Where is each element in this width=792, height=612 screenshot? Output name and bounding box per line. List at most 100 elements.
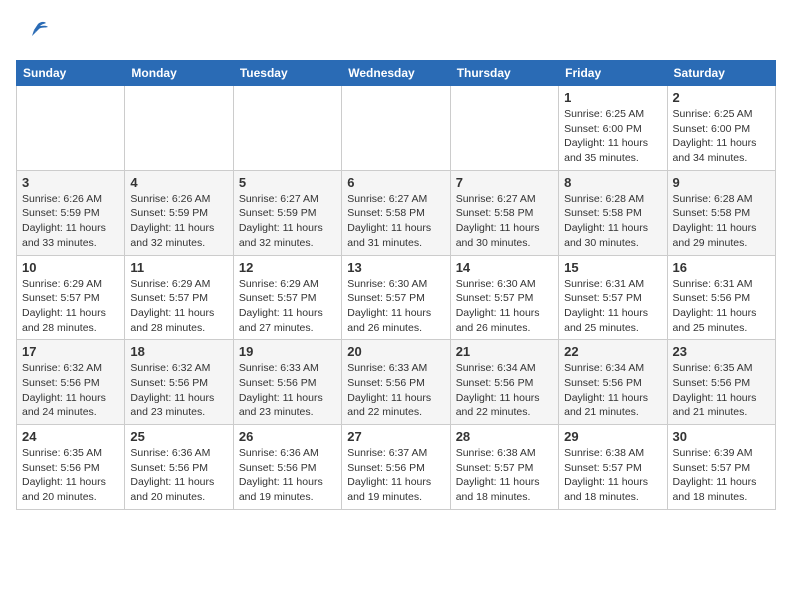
day-info: Sunrise: 6:28 AM Sunset: 5:58 PM Dayligh… <box>673 192 770 251</box>
calendar-day-header: Tuesday <box>233 61 341 86</box>
day-number: 20 <box>347 344 444 359</box>
calendar-day-cell: 2Sunrise: 6:25 AM Sunset: 6:00 PM Daylig… <box>667 86 775 171</box>
day-number: 26 <box>239 429 336 444</box>
day-info: Sunrise: 6:32 AM Sunset: 5:56 PM Dayligh… <box>130 361 227 420</box>
day-number: 13 <box>347 260 444 275</box>
calendar-day-header: Thursday <box>450 61 558 86</box>
day-number: 22 <box>564 344 661 359</box>
day-number: 18 <box>130 344 227 359</box>
day-number: 1 <box>564 90 661 105</box>
day-info: Sunrise: 6:39 AM Sunset: 5:57 PM Dayligh… <box>673 446 770 505</box>
logo-icon <box>16 16 52 52</box>
calendar-week-row: 1 Sunrise: 6:25 AM Sunset: 6:00 PM Daylig… <box>17 86 776 171</box>
calendar-day-cell: 11 Sunrise: 6:29 AM Sunset: 5:57 PM Dayli… <box>125 255 233 340</box>
day-info: Sunrise: 6:30 AM Sunset: 5:57 PM Dayligh… <box>456 277 553 336</box>
calendar-day-cell: 27Sunrise: 6:37 AM Sunset: 5:56 PM Dayli… <box>342 425 450 510</box>
day-number: 6 <box>347 175 444 190</box>
day-info: Sunrise: 6:27 AM Sunset: 5:59 PM Dayligh… <box>239 192 336 251</box>
calendar-day-header: Friday <box>559 61 667 86</box>
calendar-day-cell: 3 Sunrise: 6:26 AM Sunset: 5:59 PM Daylig… <box>17 170 125 255</box>
day-number: 5 <box>239 175 336 190</box>
calendar-day-cell: 19 Sunrise: 6:33 AM Sunset: 5:56 PM Dayli… <box>233 340 341 425</box>
day-info: Sunrise: 6:34 AM Sunset: 5:56 PM Dayligh… <box>456 361 553 420</box>
calendar-day-cell: 20 Sunrise: 6:33 AM Sunset: 5:56 PM Dayli… <box>342 340 450 425</box>
calendar-day-cell: 18 Sunrise: 6:32 AM Sunset: 5:56 PM Dayli… <box>125 340 233 425</box>
day-info: Sunrise: 6:25 AM Sunset: 6:00 PM Dayligh… <box>564 107 661 166</box>
day-info: Sunrise: 6:27 AM Sunset: 5:58 PM Dayligh… <box>347 192 444 251</box>
day-number: 12 <box>239 260 336 275</box>
calendar-day-cell: 26 Sunrise: 6:36 AM Sunset: 5:56 PM Dayli… <box>233 425 341 510</box>
calendar-day-cell <box>233 86 341 171</box>
day-number: 17 <box>22 344 119 359</box>
day-number: 4 <box>130 175 227 190</box>
day-info: Sunrise: 6:29 AM Sunset: 5:57 PM Dayligh… <box>22 277 119 336</box>
calendar-day-cell <box>125 86 233 171</box>
day-info: Sunrise: 6:29 AM Sunset: 5:57 PM Dayligh… <box>239 277 336 336</box>
day-number: 15 <box>564 260 661 275</box>
calendar-day-header: Sunday <box>17 61 125 86</box>
calendar-day-cell: 28 Sunrise: 6:38 AM Sunset: 5:57 PM Dayli… <box>450 425 558 510</box>
calendar-table: SundayMondayTuesdayWednesdayThursdayFrid… <box>16 60 776 510</box>
calendar-day-cell: 4 Sunrise: 6:26 AM Sunset: 5:59 PM Daylig… <box>125 170 233 255</box>
calendar-day-cell: 24 Sunrise: 6:35 AM Sunset: 5:56 PM Dayli… <box>17 425 125 510</box>
calendar-day-cell: 14 Sunrise: 6:30 AM Sunset: 5:57 PM Dayli… <box>450 255 558 340</box>
day-info: Sunrise: 6:37 AM Sunset: 5:56 PM Dayligh… <box>347 446 444 505</box>
calendar-day-cell: 25Sunrise: 6:36 AM Sunset: 5:56 PM Dayli… <box>125 425 233 510</box>
day-info: Sunrise: 6:35 AM Sunset: 5:56 PM Dayligh… <box>22 446 119 505</box>
calendar-day-header: Wednesday <box>342 61 450 86</box>
day-info: Sunrise: 6:38 AM Sunset: 5:57 PM Dayligh… <box>564 446 661 505</box>
day-number: 30 <box>673 429 770 444</box>
day-info: Sunrise: 6:30 AM Sunset: 5:57 PM Dayligh… <box>347 277 444 336</box>
day-info: Sunrise: 6:38 AM Sunset: 5:57 PM Dayligh… <box>456 446 553 505</box>
day-info: Sunrise: 6:25 AM Sunset: 6:00 PM Dayligh… <box>673 107 770 166</box>
calendar-day-cell: 12 Sunrise: 6:29 AM Sunset: 5:57 PM Dayli… <box>233 255 341 340</box>
day-info: Sunrise: 6:33 AM Sunset: 5:56 PM Dayligh… <box>239 361 336 420</box>
calendar-day-cell: 30 Sunrise: 6:39 AM Sunset: 5:57 PM Dayli… <box>667 425 775 510</box>
calendar-day-cell: 6 Sunrise: 6:27 AM Sunset: 5:58 PM Daylig… <box>342 170 450 255</box>
calendar-day-header: Saturday <box>667 61 775 86</box>
day-info: Sunrise: 6:29 AM Sunset: 5:57 PM Dayligh… <box>130 277 227 336</box>
day-info: Sunrise: 6:35 AM Sunset: 5:56 PM Dayligh… <box>673 361 770 420</box>
calendar-day-cell: 17 Sunrise: 6:32 AM Sunset: 5:56 PM Dayli… <box>17 340 125 425</box>
calendar-day-cell: 8 Sunrise: 6:28 AM Sunset: 5:58 PM Daylig… <box>559 170 667 255</box>
calendar-week-row: 10 Sunrise: 6:29 AM Sunset: 5:57 PM Dayli… <box>17 255 776 340</box>
day-number: 7 <box>456 175 553 190</box>
calendar-day-cell: 5 Sunrise: 6:27 AM Sunset: 5:59 PM Daylig… <box>233 170 341 255</box>
calendar-day-cell: 21 Sunrise: 6:34 AM Sunset: 5:56 PM Dayli… <box>450 340 558 425</box>
day-info: Sunrise: 6:33 AM Sunset: 5:56 PM Dayligh… <box>347 361 444 420</box>
day-number: 8 <box>564 175 661 190</box>
day-info: Sunrise: 6:31 AM Sunset: 5:56 PM Dayligh… <box>673 277 770 336</box>
page-header <box>16 16 776 52</box>
day-number: 9 <box>673 175 770 190</box>
calendar-day-cell <box>17 86 125 171</box>
day-number: 3 <box>22 175 119 190</box>
day-number: 29 <box>564 429 661 444</box>
calendar-day-cell <box>342 86 450 171</box>
calendar-week-row: 24 Sunrise: 6:35 AM Sunset: 5:56 PM Dayli… <box>17 425 776 510</box>
day-number: 24 <box>22 429 119 444</box>
day-info: Sunrise: 6:28 AM Sunset: 5:58 PM Dayligh… <box>564 192 661 251</box>
day-number: 11 <box>130 260 227 275</box>
day-number: 19 <box>239 344 336 359</box>
calendar-day-header: Monday <box>125 61 233 86</box>
calendar-day-cell: 7 Sunrise: 6:27 AM Sunset: 5:58 PM Daylig… <box>450 170 558 255</box>
calendar-day-cell: 22 Sunrise: 6:34 AM Sunset: 5:56 PM Dayli… <box>559 340 667 425</box>
calendar-week-row: 17 Sunrise: 6:32 AM Sunset: 5:56 PM Dayli… <box>17 340 776 425</box>
day-number: 21 <box>456 344 553 359</box>
day-info: Sunrise: 6:36 AM Sunset: 5:56 PM Dayligh… <box>130 446 227 505</box>
day-number: 14 <box>456 260 553 275</box>
day-info: Sunrise: 6:32 AM Sunset: 5:56 PM Dayligh… <box>22 361 119 420</box>
day-info: Sunrise: 6:36 AM Sunset: 5:56 PM Dayligh… <box>239 446 336 505</box>
day-number: 16 <box>673 260 770 275</box>
day-info: Sunrise: 6:26 AM Sunset: 5:59 PM Dayligh… <box>22 192 119 251</box>
day-number: 28 <box>456 429 553 444</box>
day-info: Sunrise: 6:31 AM Sunset: 5:57 PM Dayligh… <box>564 277 661 336</box>
day-info: Sunrise: 6:27 AM Sunset: 5:58 PM Dayligh… <box>456 192 553 251</box>
calendar-day-cell: 10 Sunrise: 6:29 AM Sunset: 5:57 PM Dayli… <box>17 255 125 340</box>
day-number: 10 <box>22 260 119 275</box>
calendar-day-cell: 13 Sunrise: 6:30 AM Sunset: 5:57 PM Dayli… <box>342 255 450 340</box>
calendar-day-cell: 9 Sunrise: 6:28 AM Sunset: 5:58 PM Daylig… <box>667 170 775 255</box>
calendar-day-cell <box>450 86 558 171</box>
day-info: Sunrise: 6:26 AM Sunset: 5:59 PM Dayligh… <box>130 192 227 251</box>
day-info: Sunrise: 6:34 AM Sunset: 5:56 PM Dayligh… <box>564 361 661 420</box>
